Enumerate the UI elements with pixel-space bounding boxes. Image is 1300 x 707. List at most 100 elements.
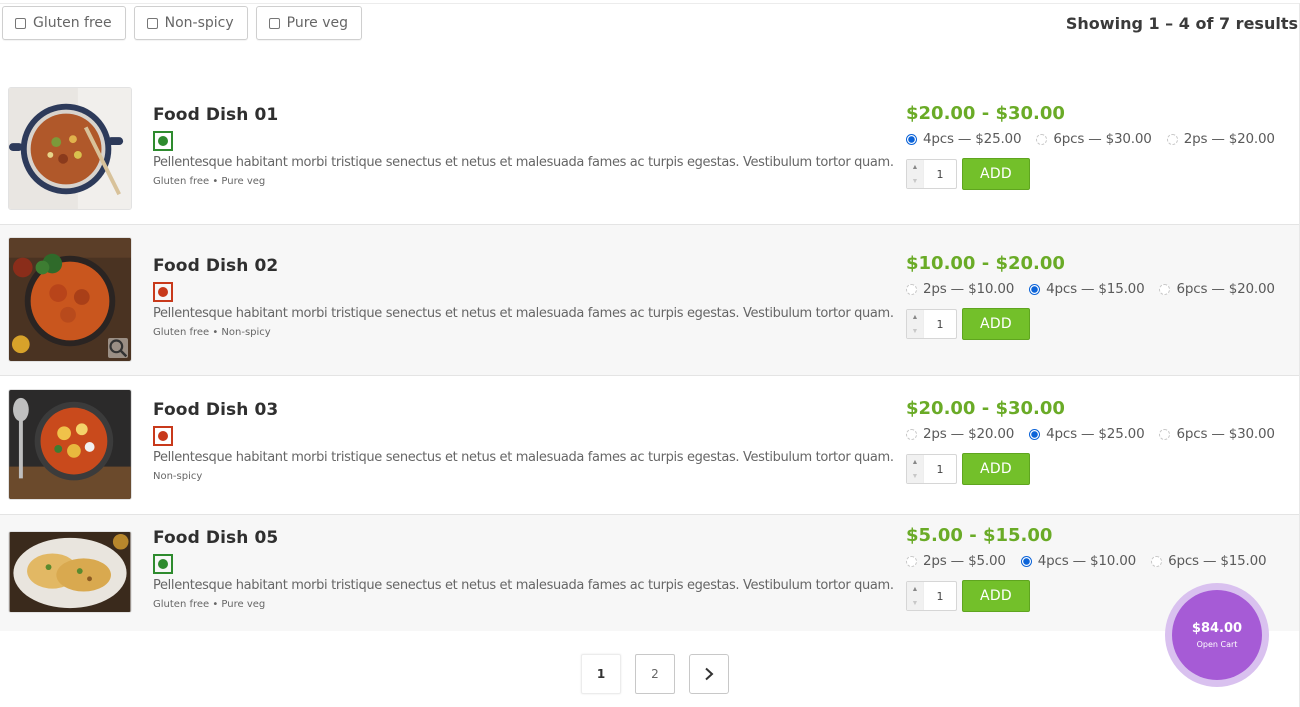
- variant-label: 4pcs — $25.00: [1046, 426, 1145, 442]
- variant-option[interactable]: 2ps — $20.00: [906, 426, 1014, 442]
- add-to-cart-row: ▲ ▼ 1 ADD: [906, 453, 1290, 485]
- variant-label: 2ps — $5.00: [923, 553, 1006, 569]
- variant-options: 2ps — $10.00 4pcs — $15.00 6pcs — $20.00: [906, 281, 1290, 297]
- checkbox[interactable]: [268, 17, 280, 29]
- radio[interactable]: [906, 283, 917, 295]
- variant-option[interactable]: 6pcs — $15.00: [1151, 553, 1267, 569]
- quantity-value[interactable]: 1: [924, 318, 956, 331]
- page-2-button[interactable]: 2: [635, 654, 675, 694]
- radio[interactable]: [906, 428, 917, 440]
- veg-indicator-icon: [153, 554, 173, 574]
- product-description: Pellentesque habitant morbi tristique se…: [153, 306, 894, 321]
- quantity-value[interactable]: 1: [924, 168, 956, 181]
- increment-icon[interactable]: ▲: [907, 455, 923, 469]
- quantity-stepper[interactable]: ▲ ▼ 1: [906, 454, 957, 484]
- chevron-right-icon: [705, 667, 714, 681]
- variant-label: 6pcs — $20.00: [1176, 281, 1275, 297]
- radio[interactable]: [1166, 133, 1178, 145]
- variant-label: 6pcs — $15.00: [1168, 553, 1267, 569]
- product-row: Food Dish 01 Pellentesque habitant morbi…: [0, 74, 1299, 225]
- page-1-button[interactable]: 1: [581, 654, 621, 694]
- stepper-controls: ▲ ▼: [907, 455, 924, 483]
- cart-label: Open Cart: [1196, 640, 1238, 649]
- top-border: [0, 3, 1300, 4]
- product-image[interactable]: [8, 237, 132, 362]
- variant-option[interactable]: 6pcs — $30.00: [1036, 131, 1152, 147]
- product-tags: Gluten free • Pure veg: [153, 599, 266, 610]
- purchase-panel: $20.00 - $30.00 2ps — $20.00 4pcs — $25.…: [906, 398, 1290, 485]
- next-page-button[interactable]: [689, 654, 729, 694]
- product-title[interactable]: Food Dish 02: [153, 256, 894, 276]
- quantity-stepper[interactable]: ▲ ▼ 1: [906, 581, 957, 611]
- variant-label: 6pcs — $30.00: [1053, 131, 1152, 147]
- product-info: Food Dish 03 Pellentesque habitant morbi…: [153, 400, 894, 482]
- variant-options: 2ps — $5.00 4pcs — $10.00 6pcs — $15.00: [906, 553, 1281, 569]
- zoom-icon[interactable]: [108, 338, 128, 358]
- variant-option[interactable]: 4pcs — $25.00: [906, 131, 1022, 147]
- product-image[interactable]: [8, 87, 132, 210]
- filter-gluten-free[interactable]: Gluten free: [2, 6, 126, 40]
- radio[interactable]: [1159, 428, 1171, 440]
- radio-selected[interactable]: [1029, 283, 1041, 295]
- product-title[interactable]: Food Dish 05: [153, 528, 894, 548]
- add-button[interactable]: ADD: [962, 580, 1030, 612]
- add-button[interactable]: ADD: [962, 308, 1030, 340]
- add-button[interactable]: ADD: [962, 453, 1030, 485]
- non-veg-indicator-icon: [153, 282, 173, 302]
- product-image[interactable]: [8, 389, 132, 500]
- variant-option[interactable]: 6pcs — $30.00: [1159, 426, 1275, 442]
- variant-option[interactable]: 4pcs — $25.00: [1029, 426, 1145, 442]
- product-image[interactable]: [8, 531, 132, 613]
- price-range: $20.00 - $30.00: [906, 103, 1065, 124]
- pagination: 1 2: [581, 654, 729, 694]
- product-row: Food Dish 03 Pellentesque habitant morbi…: [0, 376, 1299, 515]
- radio[interactable]: [906, 555, 917, 567]
- increment-icon[interactable]: ▲: [907, 310, 923, 324]
- add-button[interactable]: ADD: [962, 158, 1030, 190]
- product-info: Food Dish 01 Pellentesque habitant morbi…: [153, 105, 894, 187]
- filter-non-spicy[interactable]: Non-spicy: [133, 6, 248, 40]
- decrement-icon[interactable]: ▼: [907, 469, 923, 483]
- radio-selected[interactable]: [1020, 555, 1032, 567]
- cart-badge: $84.00 Open Cart: [1172, 590, 1262, 680]
- variant-option[interactable]: 2ps — $20.00: [1166, 131, 1275, 147]
- variant-label: 4pcs — $25.00: [923, 131, 1022, 147]
- variant-option[interactable]: 6pcs — $20.00: [1159, 281, 1275, 297]
- product-info: Food Dish 05 Pellentesque habitant morbi…: [153, 528, 894, 610]
- radio[interactable]: [1151, 555, 1163, 567]
- radio-selected[interactable]: [1029, 428, 1041, 440]
- checkbox[interactable]: [146, 17, 158, 29]
- purchase-panel: $20.00 - $30.00 4pcs — $25.00 6pcs — $30…: [906, 103, 1290, 190]
- variant-option[interactable]: 2ps — $5.00: [906, 553, 1006, 569]
- variant-option[interactable]: 2ps — $10.00: [906, 281, 1014, 297]
- variant-options: 2ps — $20.00 4pcs — $25.00 6pcs — $30.00: [906, 426, 1290, 442]
- variant-option[interactable]: 4pcs — $10.00: [1020, 553, 1136, 569]
- product-info: Food Dish 02 Pellentesque habitant morbi…: [153, 256, 894, 338]
- radio[interactable]: [1159, 283, 1171, 295]
- stepper-controls: ▲ ▼: [907, 160, 924, 188]
- radio[interactable]: [1036, 133, 1048, 145]
- quantity-stepper[interactable]: ▲ ▼ 1: [906, 309, 957, 339]
- increment-icon[interactable]: ▲: [907, 160, 923, 174]
- radio-selected[interactable]: [906, 133, 917, 145]
- purchase-panel: $10.00 - $20.00 2ps — $10.00 4pcs — $15.…: [906, 253, 1290, 340]
- open-cart-button[interactable]: $84.00 Open Cart: [1165, 583, 1269, 687]
- quantity-value[interactable]: 1: [924, 590, 956, 603]
- variant-option[interactable]: 4pcs — $15.00: [1029, 281, 1145, 297]
- quantity-value[interactable]: 1: [924, 463, 956, 476]
- increment-icon[interactable]: ▲: [907, 582, 923, 596]
- variant-label: 6pcs — $30.00: [1176, 426, 1275, 442]
- checkbox[interactable]: [15, 17, 26, 29]
- product-description: Pellentesque habitant morbi tristique se…: [153, 450, 894, 465]
- variant-options: 4pcs — $25.00 6pcs — $30.00 2ps — $20.00: [906, 131, 1290, 147]
- filter-pure-veg[interactable]: Pure veg: [255, 6, 363, 40]
- product-title[interactable]: Food Dish 03: [153, 400, 894, 420]
- product-title[interactable]: Food Dish 01: [153, 105, 894, 125]
- product-row: Food Dish 02 Pellentesque habitant morbi…: [0, 225, 1299, 376]
- decrement-icon[interactable]: ▼: [907, 174, 923, 188]
- decrement-icon[interactable]: ▼: [907, 596, 923, 610]
- product-row: Food Dish 05 Pellentesque habitant morbi…: [0, 515, 1299, 631]
- decrement-icon[interactable]: ▼: [907, 324, 923, 338]
- quantity-stepper[interactable]: ▲ ▼ 1: [906, 159, 957, 189]
- veg-indicator-icon: [153, 131, 173, 151]
